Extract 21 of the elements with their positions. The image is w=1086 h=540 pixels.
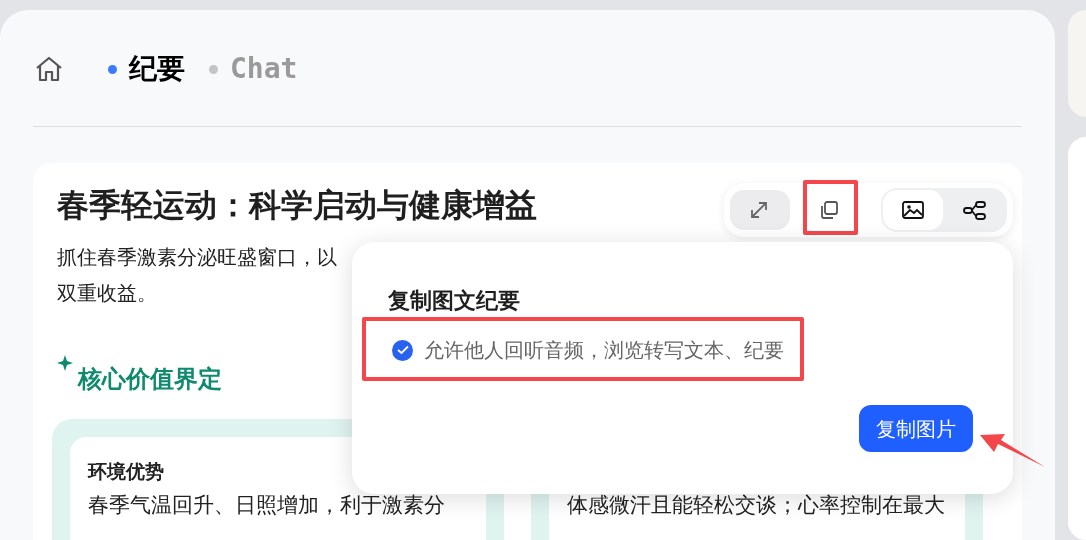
info-text: 春季气温回升、日照增加，利于激素分 — [88, 492, 446, 518]
arrow-icon — [979, 432, 1046, 468]
summary-title: 春季轻运动：科学启动与健康增益 — [57, 186, 537, 225]
copy-image-button[interactable]: 复制图片 — [859, 405, 973, 452]
intro-text: 抓住春季激素分泌旺盛窗口，以 — [57, 245, 337, 270]
highlight-frame — [803, 180, 858, 235]
checkbox[interactable] — [392, 339, 413, 361]
home-icon[interactable] — [34, 55, 64, 83]
tab[interactable]: Chat — [230, 48, 298, 90]
toolbar-button[interactable] — [883, 190, 943, 230]
tab[interactable]: 纪要 — [129, 48, 185, 90]
popup-title: 复制图文纪要 — [388, 287, 520, 315]
image-icon — [900, 198, 926, 222]
option-label: 允许他人回听音频，浏览转写文本、纪要 — [424, 338, 784, 363]
info-text: 体感微汗且能轻松交谈；心率控制在最大 — [567, 492, 946, 518]
info-title: 环境优势 — [88, 460, 165, 484]
sparkle-icon — [57, 355, 73, 371]
intro-text: 双重收益。 — [57, 281, 157, 306]
check-icon — [396, 345, 409, 355]
mindmap-icon — [962, 198, 988, 222]
section-heading: 核心价值界定 — [78, 364, 222, 394]
